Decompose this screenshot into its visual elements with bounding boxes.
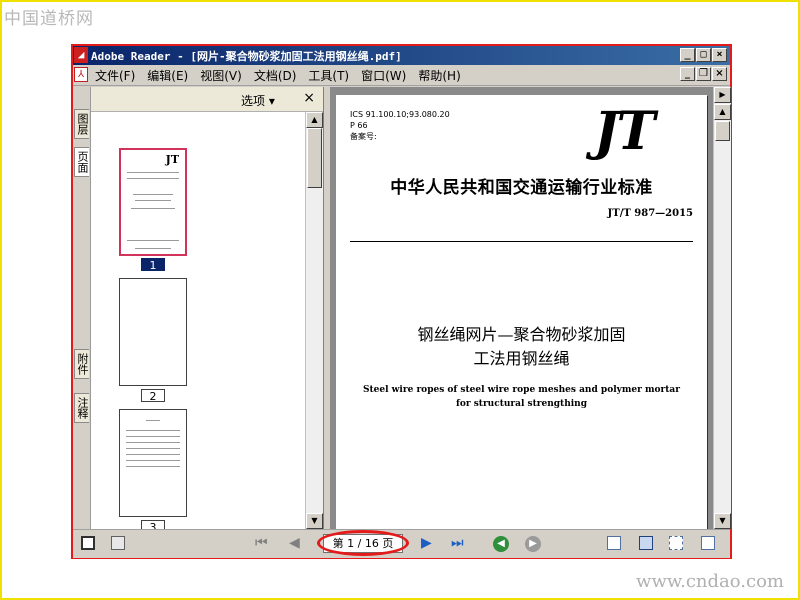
menu-window[interactable]: 窗口(W) <box>361 67 406 84</box>
cn-title-line-2: 工法用钢丝绳 <box>473 349 570 368</box>
menu-help[interactable]: 帮助(H) <box>418 67 460 84</box>
scroll-down-icon[interactable]: ▼ <box>714 513 731 529</box>
menu-view[interactable]: 视图(V) <box>200 67 242 84</box>
document-icon: ⅄ <box>74 67 88 82</box>
en-title-line-1: Steel wire ropes of steel wire rope mesh… <box>363 385 680 395</box>
ics-code: ICS 91.100.10;93.080.20 <box>350 110 450 119</box>
site-logo: 中国道桥网 <box>4 9 94 29</box>
last-page-icon[interactable]: ⏭ <box>451 535 464 551</box>
menu-tools[interactable]: 工具(T) <box>308 67 349 84</box>
go-forward-icon[interactable]: ▶ <box>525 536 541 552</box>
pages-panel: 选项 ▾ × JT 1 2 3 ▲ ▼ <box>91 87 324 529</box>
continuous-facing-icon[interactable] <box>669 536 683 550</box>
tab-attachments[interactable]: 附件 <box>74 349 89 379</box>
standard-meta: ICS 91.100.10;93.080.20 P 66 备案号: <box>350 109 450 142</box>
tab-layers[interactable]: 图层 <box>74 109 89 139</box>
first-page-icon[interactable]: ⏮ <box>255 535 268 551</box>
site-watermark-url: www.cndao.com <box>636 571 784 592</box>
doc-minimize-button[interactable]: _ <box>680 67 695 81</box>
document-chinese-title: 钢丝绳网片—聚合物砂浆加固 工法用钢丝绳 <box>336 323 707 371</box>
cn-title-line-1: 钢丝绳网片—聚合物砂浆加固 <box>417 325 626 344</box>
status-bar: ⏮ ◀ 第 1 / 16 页 ▶ ⏭ ◀ ▶ <box>73 529 730 558</box>
window-title: Adobe Reader - [网片-聚合物砂浆加固工法用钢丝绳.pdf] <box>91 50 402 63</box>
facing-pages-icon[interactable] <box>701 536 715 550</box>
menu-edit[interactable]: 编辑(E) <box>147 67 188 84</box>
close-button[interactable]: × <box>712 48 727 62</box>
navigation-tab-strip: 图层 页面 附件 注释 <box>73 87 91 529</box>
page-thumbnails: JT 1 2 3 <box>91 112 304 529</box>
scrollbar-thumb[interactable] <box>715 121 730 141</box>
menu-document[interactable]: 文档(D) <box>254 67 297 84</box>
pdf-page: ICS 91.100.10;93.080.20 P 66 备案号: JT 中华人… <box>336 95 707 529</box>
page-layout-icon[interactable] <box>111 536 125 550</box>
record-number: 备案号: <box>350 132 377 141</box>
tab-comments[interactable]: 注释 <box>74 393 89 423</box>
document-scrollbar[interactable]: ▶ ▲ ▼ <box>713 87 731 529</box>
p-code: P 66 <box>350 121 368 130</box>
document-english-title: Steel wire ropes of steel wire rope mesh… <box>336 383 707 411</box>
adobe-reader-icon: ◢ <box>74 47 88 63</box>
en-title-line-2: for structural strengthing <box>455 399 588 409</box>
document-view[interactable]: ICS 91.100.10;93.080.20 P 66 备案号: JT 中华人… <box>330 87 713 529</box>
menu-bar: ⅄ 文件(F) 编辑(E) 视图(V) 文档(D) 工具(T) 窗口(W) 帮助… <box>73 65 730 86</box>
menu-file[interactable]: 文件(F) <box>95 67 135 84</box>
highlight-ellipse <box>317 530 409 556</box>
thumbnail-scrollbar[interactable]: ▲ ▼ <box>305 112 323 529</box>
maximize-button[interactable]: □ <box>696 48 711 62</box>
page-number-label-2[interactable]: 2 <box>141 389 165 403</box>
doc-restore-button[interactable]: ❐ <box>696 67 711 81</box>
scroll-up-icon[interactable]: ▲ <box>306 112 323 128</box>
divider-line <box>350 241 693 242</box>
panel-header: 选项 ▾ × <box>91 87 323 112</box>
page-number-label-3[interactable]: 3 <box>141 520 165 529</box>
minimize-button[interactable]: _ <box>680 48 695 62</box>
single-page-icon[interactable] <box>607 536 621 550</box>
scrollbar-thumb[interactable] <box>307 128 322 188</box>
title-bar[interactable]: ◢ Adobe Reader - [网片-聚合物砂浆加固工法用钢丝绳.pdf] … <box>73 46 730 65</box>
options-menu-button[interactable]: 选项 ▾ <box>241 92 275 109</box>
scroll-up-icon[interactable]: ▲ <box>714 104 731 120</box>
previous-page-icon[interactable]: ◀ <box>289 535 300 551</box>
thumb-jt-logo: JT <box>165 153 179 166</box>
tab-pages[interactable]: 页面 <box>74 147 89 177</box>
scroll-right-icon[interactable]: ▶ <box>714 87 731 103</box>
next-page-icon[interactable]: ▶ <box>421 535 432 551</box>
continuous-page-icon[interactable] <box>639 536 653 550</box>
panel-close-icon[interactable]: × <box>303 90 315 106</box>
jt-logo: JT <box>594 101 655 162</box>
page-thumbnail-2[interactable] <box>119 278 187 386</box>
go-back-icon[interactable]: ◀ <box>493 536 509 552</box>
adobe-reader-window: ◢ Adobe Reader - [网片-聚合物砂浆加固工法用钢丝绳.pdf] … <box>71 44 732 559</box>
page-thumbnail-3[interactable] <box>119 409 187 517</box>
doc-close-button[interactable]: × <box>712 67 727 81</box>
standard-title: 中华人民共和国交通运输行业标准 <box>390 178 653 198</box>
panel-toggle-icon[interactable] <box>81 536 95 550</box>
scroll-down-icon[interactable]: ▼ <box>306 513 323 529</box>
standard-code: JT/T 987—2015 <box>607 208 693 219</box>
page-number-label-1[interactable]: 1 <box>141 258 165 272</box>
page-thumbnail-1[interactable]: JT <box>119 148 187 256</box>
